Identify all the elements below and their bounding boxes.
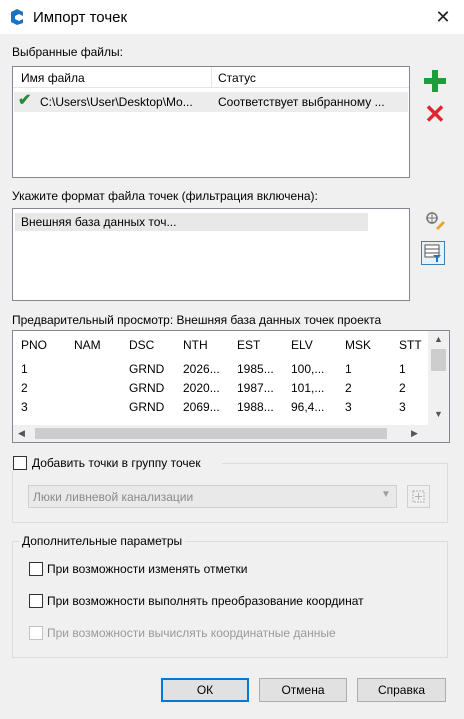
column-dsc: DSC: [129, 338, 155, 352]
vertical-scroll-thumb[interactable]: [431, 349, 446, 371]
cell-elv: 100,...: [291, 362, 325, 376]
add-to-group-checkbox[interactable]: [13, 456, 27, 470]
add-to-group-label[interactable]: Добавить точки в группу точек: [32, 456, 201, 470]
file-name: C:\Users\User\Desktop\Mo...: [40, 95, 193, 109]
help-button[interactable]: Справка: [357, 678, 446, 702]
column-stt: STT: [399, 338, 422, 352]
cell-pno: 3: [21, 400, 28, 414]
cell-msk: 2: [345, 381, 352, 395]
cell-est: 1985...: [237, 362, 274, 376]
cell-dsc: GRND: [129, 362, 165, 376]
calculate-coordinates-label: При возможности вычислять координатные д…: [47, 626, 336, 640]
transform-coordinates-checkbox[interactable]: [29, 594, 43, 608]
column-pno: PNO: [21, 338, 48, 352]
remove-icon[interactable]: ✕: [422, 101, 448, 127]
cell-est: 1988...: [237, 400, 274, 414]
cell-elv: 101,...: [291, 381, 325, 395]
column-msk: MSK: [345, 338, 372, 352]
format-label: Укажите формат файла точек (фильтрация в…: [12, 189, 318, 203]
column-header-status[interactable]: Статус: [218, 71, 256, 85]
cell-est: 1987...: [237, 381, 274, 395]
horizontal-scroll-thumb[interactable]: [35, 428, 387, 439]
selected-files-label: Выбранные файлы:: [12, 45, 123, 59]
cell-nth: 2026...: [183, 362, 220, 376]
filter-format-icon[interactable]: [421, 241, 445, 265]
edit-elevations-label[interactable]: При возможности изменять отметки: [47, 562, 247, 576]
scroll-left-icon[interactable]: ◀: [18, 428, 25, 439]
format-item[interactable]: Внешняя база данных точ...: [15, 213, 368, 231]
cell-elv: 96,4...: [291, 400, 325, 414]
format-list[interactable]: Внешняя база данных точ...: [12, 208, 410, 301]
ok-button[interactable]: ОК: [161, 678, 249, 702]
column-elv: ELV: [291, 338, 313, 352]
cell-dsc: GRND: [129, 400, 165, 414]
column-nth: NTH: [183, 338, 208, 352]
scroll-down-icon[interactable]: ▼: [434, 409, 443, 419]
cell-msk: 3: [345, 400, 352, 414]
scroll-up-icon[interactable]: ▲: [434, 334, 443, 344]
point-group-combo[interactable]: Люки ливневой канализации: [28, 485, 397, 508]
column-est: EST: [237, 338, 261, 352]
pick-icon[interactable]: [407, 485, 430, 508]
calculate-coordinates-checkbox: [29, 626, 43, 640]
file-status: Соответствует выбранному ...: [218, 95, 385, 109]
chevron-down-icon[interactable]: ▼: [381, 489, 391, 500]
civil3d-app-icon: [9, 8, 25, 26]
selected-files-list[interactable]: Имя файла Статус ✔ C:\Users\User\Desktop…: [12, 66, 410, 178]
edit-format-icon[interactable]: [422, 208, 446, 232]
preview-label: Предварительный просмотр: Внешняя база д…: [12, 313, 382, 327]
add-icon[interactable]: [422, 68, 448, 94]
edit-elevations-checkbox[interactable]: [29, 562, 43, 576]
file-row[interactable]: ✔ C:\Users\User\Desktop\Mo... Соответств…: [14, 92, 408, 112]
window-title: Импорт точек: [33, 9, 128, 26]
cell-pno: 1: [21, 362, 28, 376]
cell-msk: 1: [345, 362, 352, 376]
cell-dsc: GRND: [129, 381, 165, 395]
cell-pno: 2: [21, 381, 28, 395]
check-icon: ✔: [18, 92, 32, 109]
cell-nth: 2020...: [183, 381, 220, 395]
cell-stt: 2: [399, 381, 406, 395]
cell-stt: 1: [399, 362, 406, 376]
transform-coordinates-label[interactable]: При возможности выполнять преобразование…: [47, 594, 364, 608]
cell-nth: 2069...: [183, 400, 220, 414]
scroll-right-icon[interactable]: ▶: [411, 428, 418, 439]
close-icon[interactable]: ✕: [428, 6, 458, 28]
cancel-button[interactable]: Отмена: [259, 678, 347, 702]
advanced-label: Дополнительные параметры: [19, 534, 186, 548]
vertical-scrollbar[interactable]: ▲ ▼: [428, 331, 449, 425]
files-header: Имя файла Статус: [13, 67, 409, 88]
cell-stt: 3: [399, 400, 406, 414]
column-nam: NAM: [74, 338, 101, 352]
column-header-filename[interactable]: Имя файла: [21, 71, 85, 85]
preview-grid[interactable]: PNO NAM DSC NTH EST ELV MSK STT 1 GRND 2…: [12, 330, 450, 443]
horizontal-scrollbar[interactable]: ◀ ▶: [13, 425, 449, 442]
